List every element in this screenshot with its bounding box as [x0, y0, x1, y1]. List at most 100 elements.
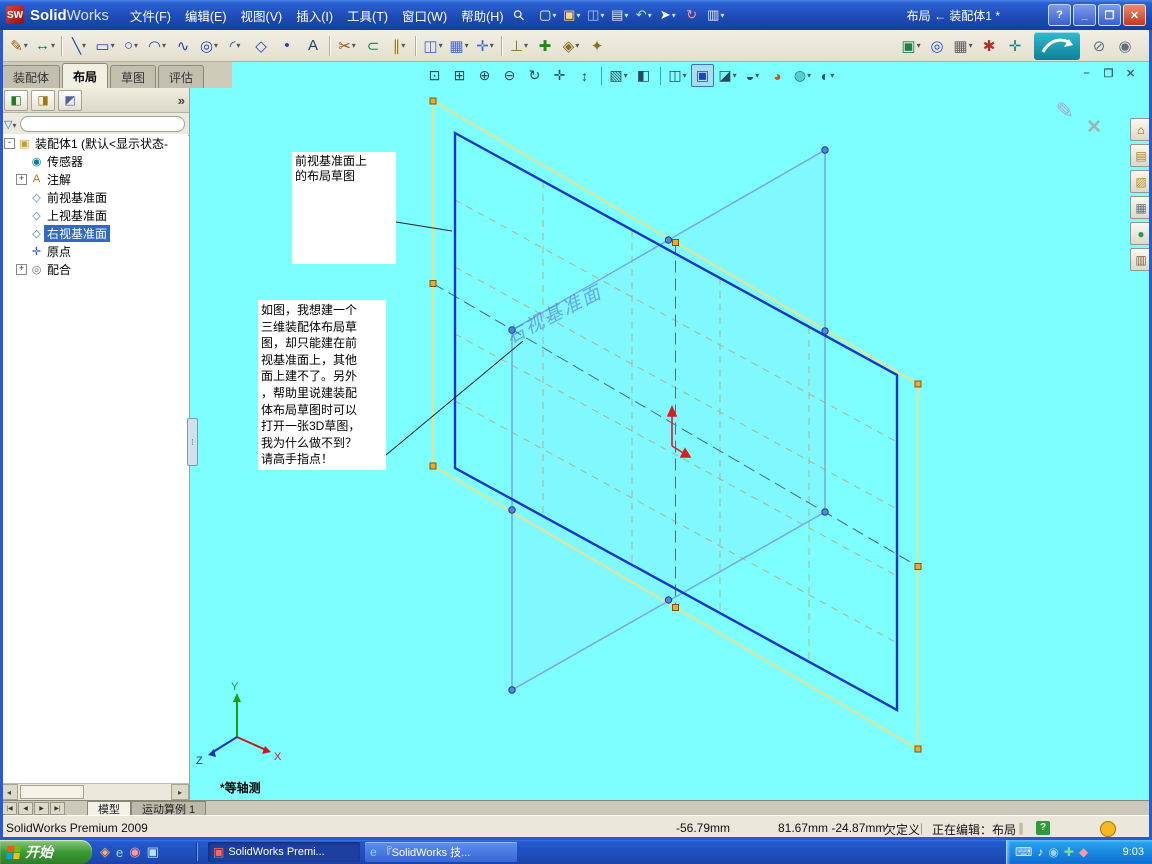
- taskbar-button-solidworks[interactable]: ▣ SolidWorks Premi...: [208, 842, 360, 862]
- display-relations-icon[interactable]: ⊥: [506, 33, 532, 59]
- help-button[interactable]: ?: [1048, 4, 1071, 26]
- network-icon[interactable]: ◉: [1048, 845, 1058, 859]
- quicklaunch-icon-1[interactable]: ◈: [100, 844, 110, 860]
- ellipse-icon[interactable]: ◎: [196, 33, 222, 59]
- close-button[interactable]: ✕: [1123, 4, 1146, 26]
- offset-entities-icon[interactable]: ∥: [386, 33, 412, 59]
- tree-expander-icon[interactable]: +: [16, 263, 27, 275]
- cancel-sketch-icon[interactable]: ✕: [1086, 116, 1102, 139]
- insert-components-icon[interactable]: ▣: [898, 33, 924, 59]
- quick-snaps-icon[interactable]: ◈: [558, 33, 584, 59]
- smart-fasteners-icon[interactable]: ✱: [976, 33, 1002, 59]
- fillet-icon[interactable]: ◜: [222, 33, 248, 59]
- status-tag-icon[interactable]: [1100, 821, 1116, 837]
- annotation-note-1[interactable]: 前视基准面上 的布局草图: [292, 152, 396, 264]
- status-help-icon[interactable]: ?: [1036, 821, 1050, 835]
- menu-item[interactable]: 文件(F): [123, 4, 178, 27]
- display-style-shaded-icon[interactable]: ▣: [691, 64, 714, 87]
- tab-assembly[interactable]: 装配体: [2, 65, 61, 88]
- tab-layout[interactable]: 布局: [62, 63, 109, 88]
- selection-filter-icon[interactable]: ◉: [1112, 33, 1138, 59]
- menu-item[interactable]: 工具(T): [340, 4, 395, 27]
- doc-close-button[interactable]: ✕: [1123, 66, 1138, 80]
- attachment-icon[interactable]: ⊘: [1086, 33, 1112, 59]
- options-icon[interactable]: ▥: [705, 4, 727, 26]
- graphics-viewport[interactable]: 右视基准面 Y X Z 前视基准面上 的布局草图 如图，我想建一个 三维装配体布…: [190, 88, 1130, 800]
- polygon-icon[interactable]: ◇: [248, 33, 274, 59]
- move-entities-icon[interactable]: ✛: [472, 33, 498, 59]
- quicklaunch-icon-4[interactable]: ▣: [147, 844, 159, 860]
- trim-entities-icon[interactable]: ✂: [334, 33, 360, 59]
- volume-icon[interactable]: ♪: [1037, 845, 1043, 859]
- convert-entities-icon[interactable]: ⊂: [360, 33, 386, 59]
- spline-icon[interactable]: ∿: [170, 33, 196, 59]
- right-plane[interactable]: [511, 148, 826, 692]
- tab-scroll-button[interactable]: ▶: [34, 802, 49, 815]
- standard-views-icon[interactable]: ▧: [607, 64, 630, 87]
- filter-input[interactable]: [20, 116, 185, 132]
- tree-item-front-plane[interactable]: ◇ 前视基准面: [0, 188, 188, 206]
- tab-scroll-button[interactable]: |◀: [2, 802, 17, 815]
- menu-item[interactable]: 编辑(E): [178, 4, 234, 27]
- zoom-to-area-icon[interactable]: ⊞: [448, 64, 471, 87]
- menu-item[interactable]: 帮助(H): [454, 4, 510, 27]
- sketch-icon[interactable]: ✎: [6, 33, 32, 59]
- tab-evaluate[interactable]: 评估: [158, 65, 205, 88]
- featuremanager-tab-icon[interactable]: ◧: [4, 89, 28, 111]
- model-tab[interactable]: 模型: [87, 801, 131, 816]
- apply-scene-icon[interactable]: ◍: [791, 64, 814, 87]
- panel-expand-chevron[interactable]: »: [178, 93, 185, 108]
- tree-item-assembly-root[interactable]: - ▣ 装配体1 (默认<显示状态-: [0, 134, 188, 152]
- tree-item-sensors[interactable]: ◉ 传感器: [0, 152, 188, 170]
- motion-study-tab[interactable]: 运动算例 1: [131, 801, 207, 816]
- configurationmanager-tab-icon[interactable]: ◩: [58, 89, 82, 111]
- messenger-icon[interactable]: ◆: [1079, 845, 1088, 859]
- minimize-button[interactable]: _: [1073, 4, 1096, 26]
- select-icon[interactable]: ➤: [657, 4, 679, 26]
- mate-icon[interactable]: ◎: [924, 33, 950, 59]
- tree-item-right-plane[interactable]: ◇ 右视基准面: [0, 224, 188, 242]
- circle-icon[interactable]: ○: [118, 33, 144, 59]
- line-icon[interactable]: ╲: [66, 33, 92, 59]
- start-button[interactable]: 开始: [0, 840, 92, 864]
- menu-item[interactable]: 窗口(W): [395, 4, 454, 27]
- undo-icon[interactable]: ↶: [633, 4, 655, 26]
- rectangle-icon[interactable]: ▭: [92, 33, 118, 59]
- ime-keyboard-icon[interactable]: ⌨: [1015, 845, 1032, 859]
- view-orientation-icon[interactable]: ◫: [666, 64, 689, 87]
- tree-expander-icon[interactable]: +: [16, 173, 27, 185]
- new-document-icon[interactable]: ▢: [537, 4, 559, 26]
- tree-item-mates[interactable]: + ◎ 配合: [0, 260, 188, 278]
- rapid-sketch-icon[interactable]: ✦: [584, 33, 610, 59]
- quicklaunch-icon-3[interactable]: ◉: [129, 844, 140, 860]
- menu-item[interactable]: 插入(I): [289, 4, 340, 27]
- taskbar-button-browser[interactable]: e 『SolidWorks 技...: [365, 842, 517, 862]
- rotate-view-icon[interactable]: ↻: [523, 64, 546, 87]
- panel-splitter[interactable]: ⁞: [187, 418, 198, 466]
- pan-icon[interactable]: ✛: [548, 64, 571, 87]
- mirror-entities-icon[interactable]: ◫: [420, 33, 446, 59]
- tree-item-annotations[interactable]: + A 注解: [0, 170, 188, 188]
- doc-restore-button[interactable]: ❐: [1101, 66, 1116, 80]
- restore-button[interactable]: ❐: [1098, 4, 1121, 26]
- solidworks-resources-flyout-button[interactable]: [1034, 31, 1080, 60]
- point-icon[interactable]: •: [274, 33, 300, 59]
- filter-funnel-icon[interactable]: ▽: [4, 118, 16, 131]
- antivirus-icon[interactable]: ✚: [1064, 845, 1074, 859]
- ie-icon[interactable]: e: [116, 845, 123, 860]
- tab-sketch[interactable]: 草图: [110, 65, 157, 88]
- tab-scroll-button[interactable]: ◀: [18, 802, 33, 815]
- rebuild-icon[interactable]: ↻: [681, 4, 703, 26]
- section-view-icon[interactable]: ◧: [632, 64, 655, 87]
- smart-dimension-icon[interactable]: ↔: [32, 33, 58, 59]
- menu-item[interactable]: 视图(V): [234, 4, 290, 27]
- zoom-in-out-icon[interactable]: ⊕: [473, 64, 496, 87]
- propertymanager-tab-icon[interactable]: ◨: [31, 89, 55, 111]
- panel-horizontal-scrollbar[interactable]: ◂ ▸: [0, 783, 189, 800]
- tree-expander-icon[interactable]: -: [4, 137, 15, 149]
- scrollbar-thumb[interactable]: [20, 785, 84, 799]
- roll-view-icon[interactable]: ↕: [573, 64, 596, 87]
- component-pattern-icon[interactable]: ▦: [950, 33, 976, 59]
- display-style-icon[interactable]: ◪: [716, 64, 739, 87]
- tree-item-top-plane[interactable]: ◇ 上视基准面: [0, 206, 188, 224]
